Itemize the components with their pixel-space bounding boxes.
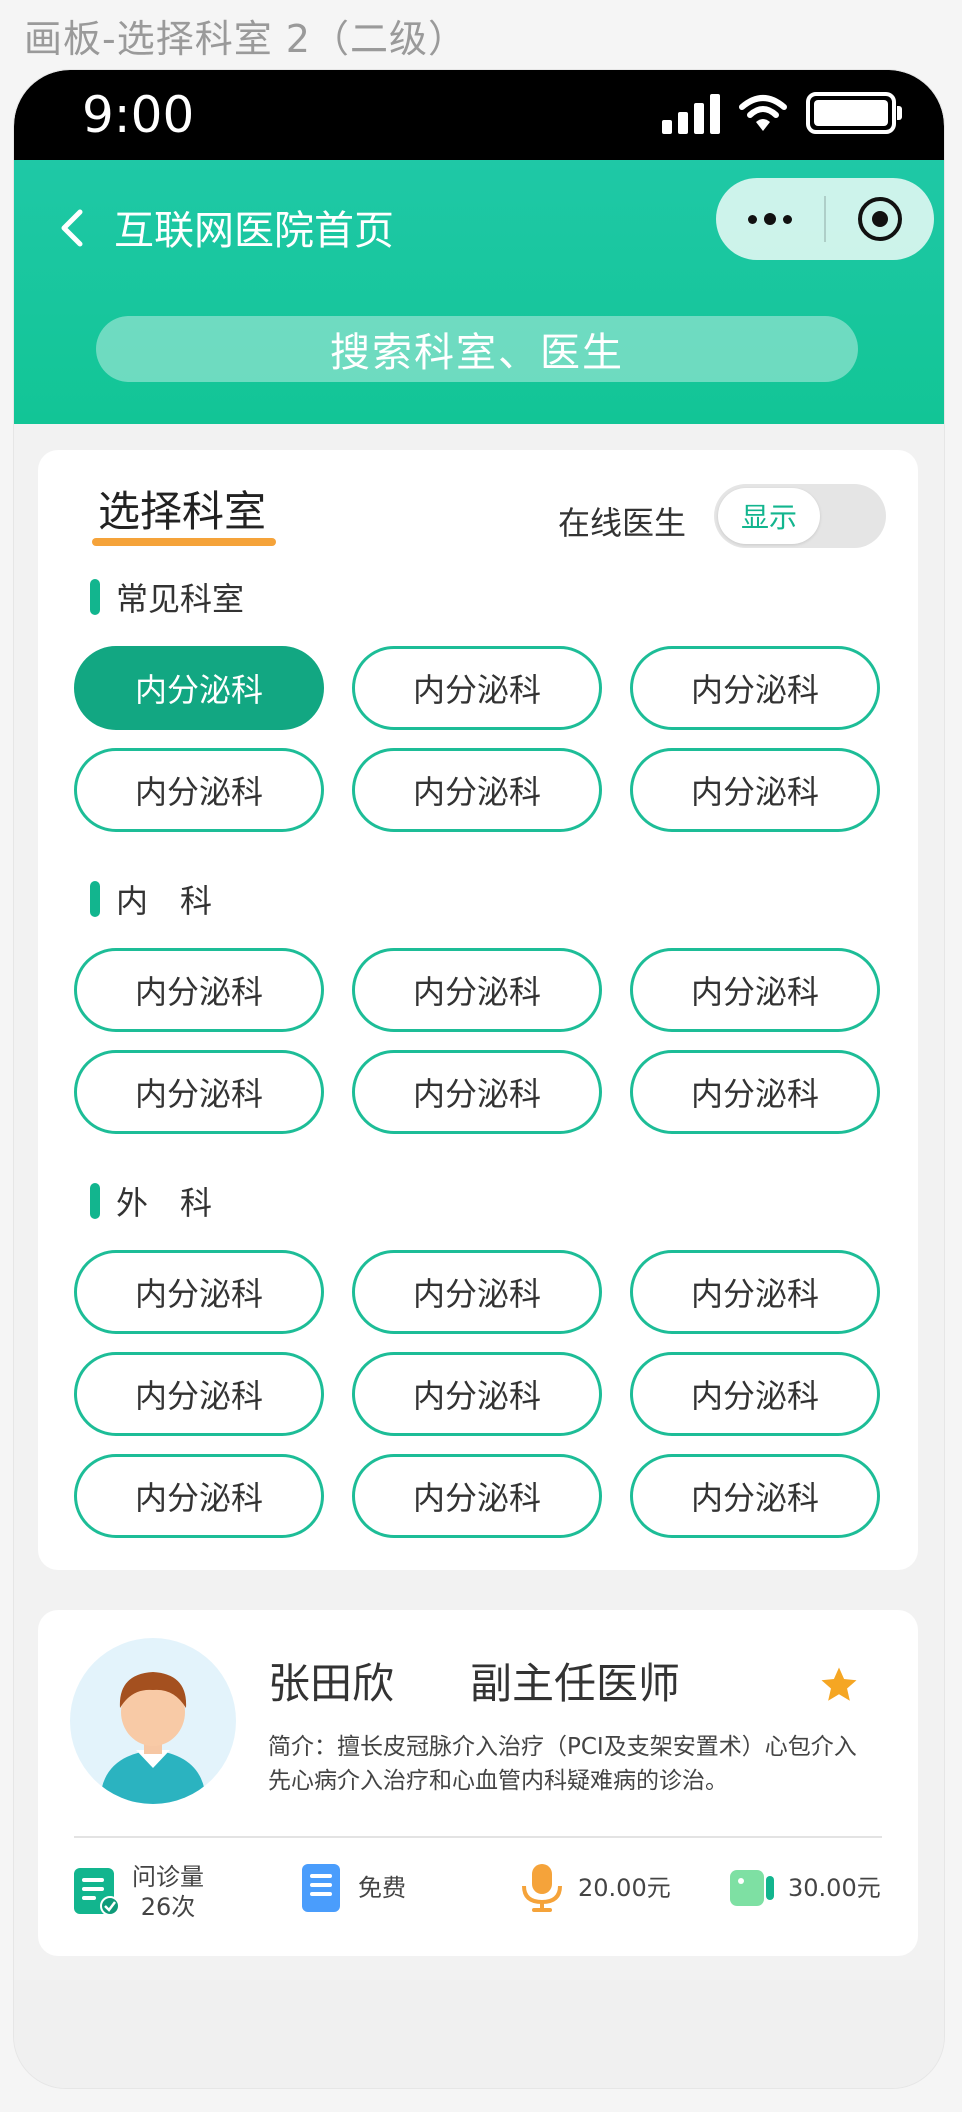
section-marker bbox=[90, 881, 100, 917]
department-chip[interactable]: 内分泌科 bbox=[74, 646, 324, 730]
department-chip[interactable]: 内分泌科 bbox=[352, 948, 602, 1032]
status-bar: 9:00 bbox=[14, 70, 944, 160]
doctor-card[interactable]: 张田欣 副主任医师 简介：擅长皮冠脉介入治疗（PCI及支架安置术）心包介入 先心… bbox=[38, 1610, 918, 1956]
bottom-area bbox=[14, 1980, 944, 2088]
section-label-text: 内 科 bbox=[116, 882, 213, 920]
chevron-left-icon[interactable] bbox=[54, 208, 94, 248]
consult-count-stat: 问诊量 26次 bbox=[72, 1862, 204, 1922]
title-underline bbox=[92, 538, 276, 546]
department-chip[interactable]: 内分泌科 bbox=[74, 1454, 324, 1538]
internal-department-grid: 内分泌科 内分泌科 内分泌科 内分泌科 内分泌科 内分泌科 bbox=[74, 948, 884, 1134]
department-title: 选择科室 bbox=[98, 487, 267, 536]
department-chip[interactable]: 内分泌科 bbox=[630, 1454, 880, 1538]
text-doc-icon bbox=[302, 1864, 340, 1912]
department-chip[interactable]: 内分泌科 bbox=[352, 646, 602, 730]
video-camera-icon bbox=[730, 1870, 774, 1906]
battery-icon bbox=[806, 92, 902, 134]
video-consult-stat: 30.00元 bbox=[728, 1862, 881, 1914]
status-time: 9:00 bbox=[82, 86, 195, 144]
common-department-grid: 内分泌科 内分泌科 内分泌科 内分泌科 内分泌科 内分泌科 bbox=[74, 646, 884, 832]
department-chip[interactable]: 内分泌科 bbox=[74, 1050, 324, 1134]
online-doctor-label: 在线医生 bbox=[558, 504, 687, 542]
consult-count: 26次 bbox=[140, 1893, 196, 1921]
target-circle-icon[interactable] bbox=[826, 197, 934, 241]
section-label-internal: 内 科 bbox=[90, 876, 212, 922]
microphone-icon bbox=[522, 1864, 562, 1912]
divider bbox=[74, 1836, 882, 1838]
section-label-text: 常见科室 bbox=[116, 580, 245, 618]
wifi-icon bbox=[739, 95, 787, 131]
section-marker bbox=[90, 579, 100, 615]
department-chip[interactable]: 内分泌科 bbox=[630, 1050, 880, 1134]
star-icon[interactable] bbox=[818, 1664, 860, 1706]
search-input[interactable]: 搜索科室、医生 bbox=[96, 316, 858, 382]
section-label-surgery: 外 科 bbox=[90, 1178, 212, 1224]
avatar bbox=[70, 1638, 236, 1804]
department-chip[interactable]: 内分泌科 bbox=[630, 1352, 880, 1436]
department-chip[interactable]: 内分泌科 bbox=[352, 1454, 602, 1538]
doctor-title: 副主任医师 bbox=[470, 1659, 681, 1708]
department-chip[interactable]: 内分泌科 bbox=[630, 646, 880, 730]
phone-frame: 9:00 互联网医院首页 搜索科室、医生 选择科室 在线医生 显示 常见科室 内… bbox=[14, 70, 944, 2088]
app-header: 互联网医院首页 搜索科室、医生 bbox=[14, 160, 944, 424]
section-marker bbox=[90, 1183, 100, 1219]
department-chip[interactable]: 内分泌科 bbox=[630, 748, 880, 832]
consult-label: 问诊量 bbox=[132, 1863, 204, 1891]
more-dots-icon[interactable] bbox=[716, 178, 824, 260]
section-label-text: 外 科 bbox=[116, 1184, 213, 1222]
toggle-knob: 显示 bbox=[718, 488, 820, 544]
text-consult-stat: 免费 bbox=[298, 1862, 406, 1914]
signal-icon bbox=[662, 92, 720, 134]
video-price: 30.00元 bbox=[788, 1874, 881, 1902]
free-price: 免费 bbox=[358, 1874, 406, 1902]
artboard-title: 画板-选择科室 2（二级） bbox=[24, 17, 467, 61]
section-label-common: 常见科室 bbox=[90, 574, 244, 620]
department-chip[interactable]: 内分泌科 bbox=[74, 1250, 324, 1334]
online-doctor-toggle[interactable]: 显示 bbox=[714, 484, 886, 548]
department-chip[interactable]: 内分泌科 bbox=[74, 748, 324, 832]
department-chip[interactable]: 内分泌科 bbox=[74, 1352, 324, 1436]
surgery-department-grid: 内分泌科 内分泌科 内分泌科 内分泌科 内分泌科 内分泌科 内分泌科 内分泌科 … bbox=[74, 1250, 884, 1538]
department-chip[interactable]: 内分泌科 bbox=[352, 1250, 602, 1334]
department-chip[interactable]: 内分泌科 bbox=[352, 1050, 602, 1134]
voice-price: 20.00元 bbox=[578, 1874, 671, 1902]
department-chip[interactable]: 内分泌科 bbox=[630, 948, 880, 1032]
doctor-intro: 简介：擅长皮冠脉介入治疗（PCI及支架安置术）心包介入 先心病介入治疗和心血管内… bbox=[268, 1734, 857, 1794]
voice-consult-stat: 20.00元 bbox=[518, 1862, 671, 1914]
page-title: 互联网医院首页 bbox=[114, 208, 394, 254]
department-chip[interactable]: 内分泌科 bbox=[352, 748, 602, 832]
consult-doc-icon bbox=[74, 1868, 120, 1916]
mini-program-capsule bbox=[716, 178, 934, 260]
department-chip[interactable]: 内分泌科 bbox=[74, 948, 324, 1032]
department-card: 选择科室 在线医生 显示 常见科室 内分泌科 内分泌科 内分泌科 内分泌科 内分… bbox=[38, 450, 918, 1570]
department-chip[interactable]: 内分泌科 bbox=[352, 1352, 602, 1436]
department-chip[interactable]: 内分泌科 bbox=[630, 1250, 880, 1334]
doctor-name: 张田欣 bbox=[268, 1659, 395, 1708]
